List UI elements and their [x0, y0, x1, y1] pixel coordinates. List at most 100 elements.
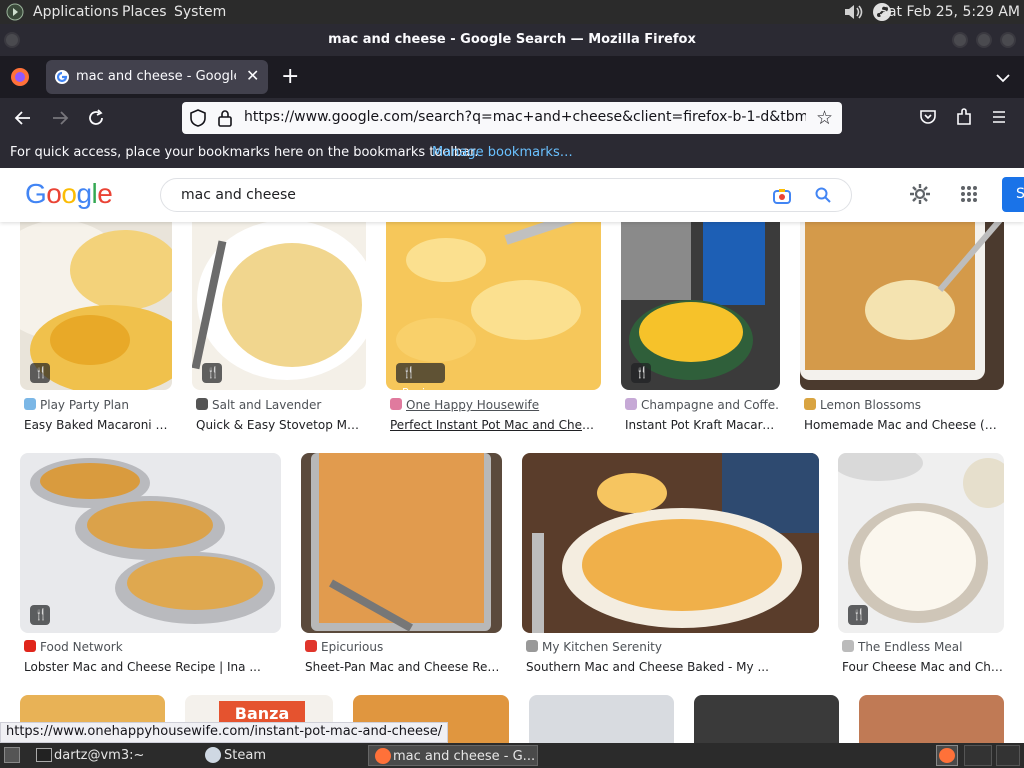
- taskbar-firefox-label: mac and cheese - G...: [393, 749, 536, 764]
- workspace-2[interactable]: [964, 745, 992, 766]
- result-4-source[interactable]: Champagne and Coffe...: [625, 398, 780, 412]
- gnome-foot-icon[interactable]: [6, 3, 24, 25]
- result-5-source[interactable]: Lemon Blossoms: [804, 398, 1004, 412]
- manage-bookmarks-link[interactable]: Manage bookmarks…: [432, 145, 573, 160]
- google-logo-letter: o: [61, 178, 77, 209]
- bottom-taskbar: dartz@vm3:~ Steam mac and cheese - G...: [0, 743, 1024, 768]
- tab-bar: mac and cheese - Google Se ✕ +: [0, 56, 1024, 98]
- window-menu-button[interactable]: [4, 32, 20, 48]
- result-7-source[interactable]: Epicurious: [305, 640, 502, 654]
- result-thumbnail[interactable]: [20, 200, 172, 390]
- site-favicon-icon: [196, 398, 208, 410]
- pocket-icon[interactable]: [919, 108, 937, 130]
- firefox-icon: [375, 748, 391, 764]
- google-logo-letter: G: [25, 178, 47, 209]
- camera-search-icon[interactable]: [772, 186, 792, 210]
- result-9-source[interactable]: The Endless Meal: [842, 640, 1004, 654]
- result-thumbnail[interactable]: [192, 200, 366, 390]
- result-3-title[interactable]: Perfect Instant Pot Mac and Cheese...: [390, 418, 601, 432]
- result-8-source[interactable]: My Kitchen Serenity: [526, 640, 819, 654]
- close-window-button[interactable]: [1000, 32, 1016, 48]
- show-desktop-icon[interactable]: [4, 747, 20, 763]
- google-favicon-icon: [54, 69, 70, 89]
- tracking-protection-shield-icon[interactable]: [190, 109, 206, 131]
- result-2-title[interactable]: Quick & Easy Stovetop Mac ...: [196, 418, 366, 432]
- result-1-title[interactable]: Easy Baked Macaroni an...: [24, 418, 172, 432]
- result-thumbnail[interactable]: [20, 453, 281, 633]
- forward-button[interactable]: [51, 109, 69, 131]
- result-7-title[interactable]: Sheet-Pan Mac and Cheese Recip...: [305, 660, 502, 674]
- site-favicon-icon: [390, 398, 402, 410]
- workspace-switcher[interactable]: [936, 745, 958, 766]
- google-logo-letter: e: [97, 178, 113, 209]
- recipe-icon: 🍴: [30, 605, 50, 625]
- result-5-title[interactable]: Homemade Mac and Cheese (Bak...: [804, 418, 1004, 432]
- site-favicon-icon: [305, 640, 317, 652]
- top-panel: Applications Places System Sat Feb 25, 5…: [0, 0, 1024, 24]
- taskbar-steam[interactable]: Steam: [200, 745, 364, 766]
- result-thumbnail[interactable]: [386, 200, 601, 390]
- steam-icon: [205, 747, 221, 763]
- extensions-icon[interactable]: [955, 108, 973, 130]
- window-title: mac and cheese - Google Search — Mozilla…: [328, 32, 696, 47]
- reload-button[interactable]: [87, 109, 105, 131]
- new-tab-button[interactable]: +: [281, 64, 299, 89]
- recipe-icon: 🍴: [202, 363, 222, 383]
- maximize-button[interactable]: [976, 32, 992, 48]
- search-query[interactable]: mac and cheese: [181, 187, 296, 203]
- lock-icon[interactable]: [218, 109, 232, 131]
- taskbar-terminal[interactable]: dartz@vm3:~: [30, 745, 194, 766]
- image-result-14[interactable]: [694, 695, 839, 743]
- menu-system[interactable]: System: [174, 4, 226, 20]
- result-6-source[interactable]: Food Network: [24, 640, 281, 654]
- google-apps-icon[interactable]: [960, 185, 978, 207]
- taskbar-steam-label: Steam: [224, 748, 266, 763]
- result-thumbnail[interactable]: [800, 200, 1004, 390]
- clock[interactable]: Sat Feb 25, 5:29 AM: [879, 4, 1020, 20]
- bookmarks-hint-text: For quick access, place your bookmarks h…: [10, 145, 479, 160]
- settings-gear-icon[interactable]: [908, 182, 932, 210]
- back-button[interactable]: [14, 109, 32, 131]
- sign-in-button[interactable]: S: [1002, 177, 1024, 212]
- minimize-button[interactable]: [952, 32, 968, 48]
- result-thumbnail[interactable]: [522, 453, 819, 633]
- close-tab-icon[interactable]: ✕: [246, 66, 259, 85]
- image-result-15[interactable]: [859, 695, 1004, 743]
- tab-mac-and-cheese[interactable]: mac and cheese - Google Se ✕: [46, 60, 268, 94]
- result-3-source[interactable]: One Happy Housewife: [390, 398, 601, 412]
- result-9-title[interactable]: Four Cheese Mac and Che...: [842, 660, 1004, 674]
- url-bar[interactable]: https://www.google.com/search?q=mac+and+…: [182, 102, 842, 134]
- volume-icon[interactable]: [843, 3, 865, 25]
- tab-title: mac and cheese - Google Se: [76, 69, 236, 84]
- search-icon[interactable]: [814, 186, 832, 208]
- taskbar-firefox[interactable]: mac and cheese - G...: [368, 745, 538, 766]
- result-thumbnail[interactable]: [301, 453, 502, 633]
- menu-applications[interactable]: Applications: [33, 4, 119, 20]
- result-1-source[interactable]: Play Party Plan: [24, 398, 172, 412]
- result-thumbnail[interactable]: [621, 200, 780, 390]
- site-favicon-icon: [804, 398, 816, 410]
- link-status-bar: https://www.onehappyhousewife.com/instan…: [0, 722, 449, 743]
- image-result-13[interactable]: [529, 695, 674, 743]
- result-2-source[interactable]: Salt and Lavender: [196, 398, 366, 412]
- recipe-icon: 🍴: [30, 363, 50, 383]
- firefox-workspace-icon: [939, 748, 955, 763]
- bookmark-star-icon[interactable]: ☆: [816, 107, 833, 129]
- firefox-view-icon[interactable]: [10, 67, 30, 91]
- navigation-toolbar: https://www.google.com/search?q=mac+and+…: [0, 98, 1024, 138]
- search-box[interactable]: mac and cheese: [160, 178, 852, 212]
- google-header: Google mac and cheese S: [0, 168, 1024, 222]
- list-all-tabs-icon[interactable]: [996, 68, 1010, 87]
- menu-places[interactable]: Places: [122, 4, 167, 20]
- result-4-title[interactable]: Instant Pot Kraft Macaron...: [625, 418, 780, 432]
- app-menu-icon[interactable]: [991, 109, 1007, 129]
- page-content: Google mac and cheese S 🍴 Recipe Play Pa…: [0, 168, 1024, 743]
- site-favicon-icon: [625, 398, 637, 410]
- window-titlebar[interactable]: mac and cheese - Google Search — Mozilla…: [0, 24, 1024, 56]
- workspace-3[interactable]: [996, 745, 1020, 766]
- result-8-title[interactable]: Southern Mac and Cheese Baked - My ...: [526, 660, 819, 674]
- google-logo[interactable]: Google: [25, 178, 113, 210]
- url-text[interactable]: https://www.google.com/search?q=mac+and+…: [244, 109, 806, 125]
- google-logo-letter: o: [46, 178, 62, 209]
- result-6-title[interactable]: Lobster Mac and Cheese Recipe | Ina ...: [24, 660, 281, 674]
